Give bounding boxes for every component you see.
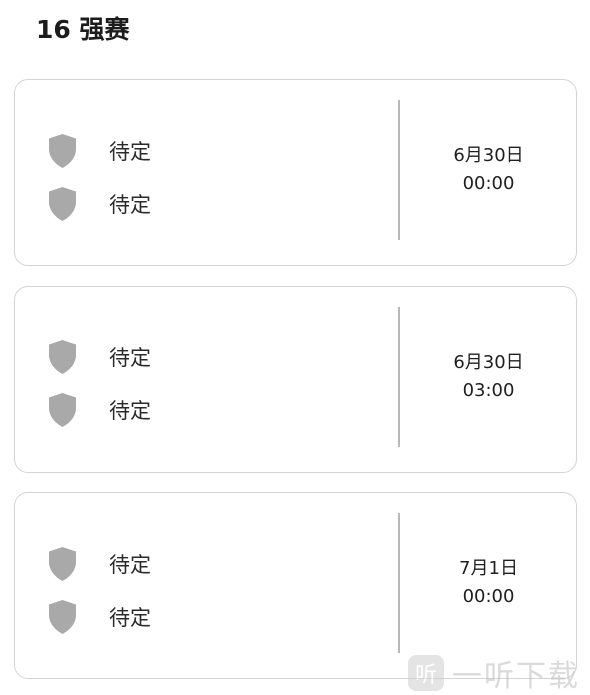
team-name: 待定 xyxy=(109,193,151,217)
shield-icon xyxy=(49,340,76,374)
watermark: 听 一听下载 xyxy=(408,653,580,694)
team-name: 待定 xyxy=(109,346,151,370)
team-row-home: 待定 xyxy=(47,544,151,584)
card-divider xyxy=(398,100,400,240)
shield-icon xyxy=(49,187,76,221)
match-clock: 00:00 xyxy=(462,586,515,607)
team-row-home: 待定 xyxy=(47,337,151,377)
shield-icon xyxy=(49,393,76,427)
match-date: 6月30日 xyxy=(453,145,524,166)
shield-icon xyxy=(49,134,76,168)
shield-icon xyxy=(49,600,76,634)
match-time: 7月1日 00:00 xyxy=(401,555,576,611)
match-card[interactable]: 待定 待定 6月30日 00:00 xyxy=(14,79,577,266)
match-clock: 00:00 xyxy=(462,173,515,194)
match-clock: 03:00 xyxy=(462,380,515,401)
match-time: 6月30日 03:00 xyxy=(401,349,576,405)
match-card[interactable]: 待定 待定 6月30日 03:00 xyxy=(14,286,577,473)
team-name: 待定 xyxy=(109,606,151,630)
match-time: 6月30日 00:00 xyxy=(401,142,576,198)
card-divider xyxy=(398,513,400,653)
team-name: 待定 xyxy=(109,553,151,577)
match-date: 7月1日 xyxy=(459,558,518,579)
team-name: 待定 xyxy=(109,399,151,423)
team-name: 待定 xyxy=(109,140,151,164)
watermark-logo-icon: 听 xyxy=(408,655,444,691)
page-title: 16 强赛 xyxy=(36,15,130,44)
team-row-away: 待定 xyxy=(47,390,151,430)
team-row-home: 待定 xyxy=(47,131,151,171)
watermark-text: 一听下载 xyxy=(452,659,580,694)
shield-icon xyxy=(49,547,76,581)
card-divider xyxy=(398,307,400,447)
match-date: 6月30日 xyxy=(453,352,524,373)
team-row-away: 待定 xyxy=(47,597,151,637)
team-row-away: 待定 xyxy=(47,184,151,224)
